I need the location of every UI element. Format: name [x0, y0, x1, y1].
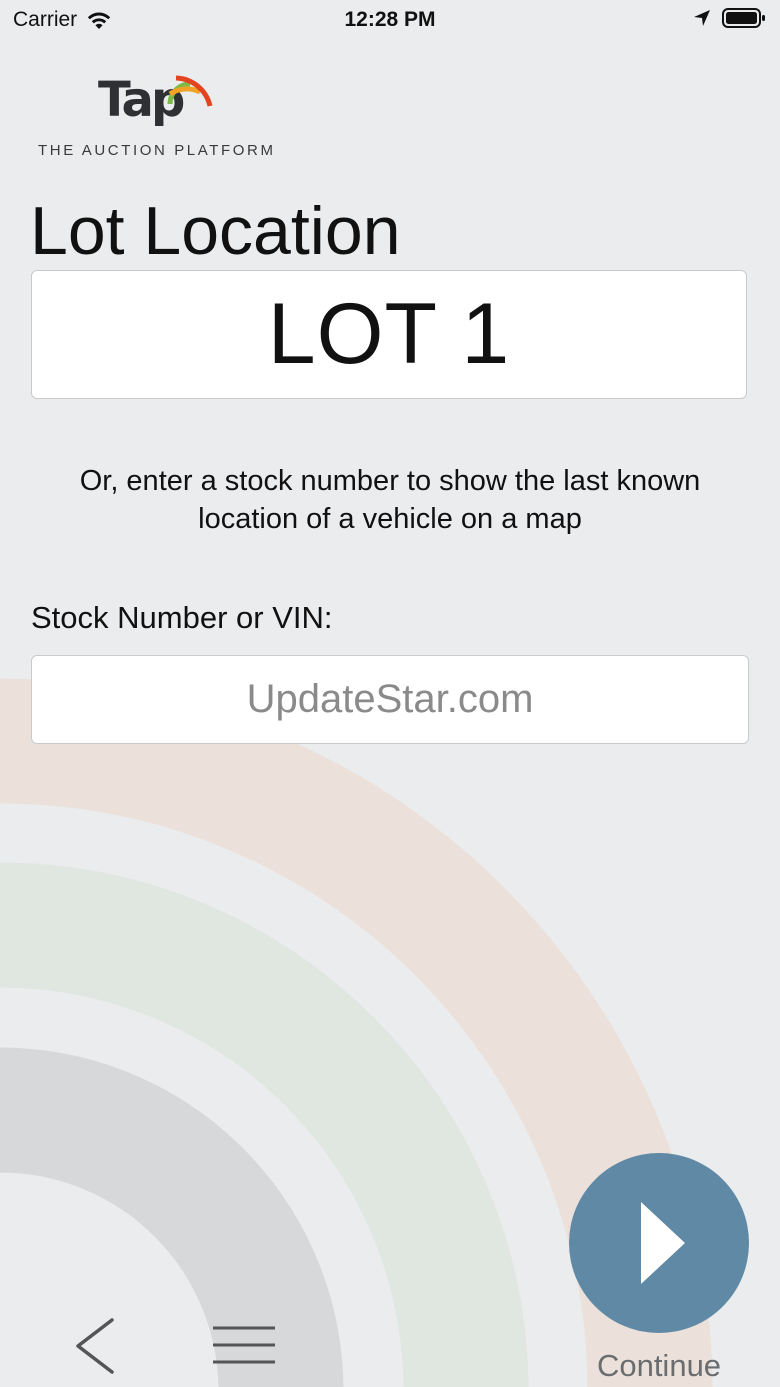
- continue-button[interactable]: [569, 1153, 749, 1333]
- status-time: 12:28 PM: [344, 8, 436, 31]
- instructions-text: Or, enter a stock number to show the las…: [79, 465, 701, 535]
- menu-button[interactable]: [210, 1322, 278, 1368]
- lot-location-display: LOT 1: [31, 270, 747, 399]
- hamburger-menu-icon: [213, 1326, 275, 1364]
- tap-logo: Tap THE AUCTION PLATFORM: [38, 72, 278, 162]
- stock-number-label: Stock Number or VIN:: [31, 600, 333, 635]
- play-icon: [641, 1202, 685, 1284]
- page-title: Lot Location: [30, 193, 401, 269]
- lot-value: LOT 1: [267, 286, 511, 382]
- status-bar: Carrier 12:28 PM: [0, 0, 780, 40]
- battery-icon: [722, 8, 765, 28]
- back-button[interactable]: [66, 1312, 126, 1378]
- logo-tagline: THE AUCTION PLATFORM: [38, 142, 276, 159]
- chevron-left-icon: [76, 1318, 114, 1374]
- app-screen: Carrier 12:28 PM Tap THE AUCTION PLATFOR…: [0, 0, 780, 1387]
- stock-number-input[interactable]: [31, 655, 749, 744]
- signal-arcs-icon: [167, 75, 213, 107]
- location-arrow-icon: [694, 10, 710, 26]
- status-right-icons: [692, 7, 766, 29]
- continue-label[interactable]: Continue: [569, 1348, 749, 1384]
